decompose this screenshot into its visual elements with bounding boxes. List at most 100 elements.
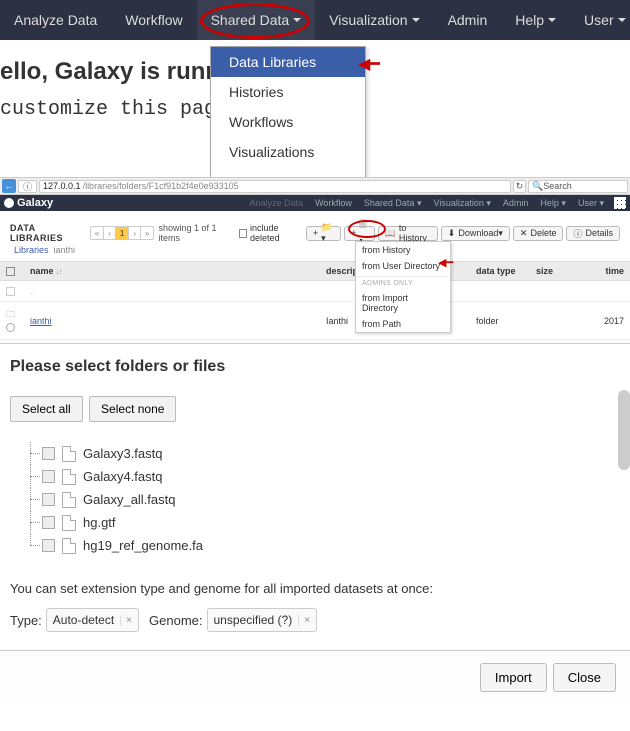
add-datasets-button[interactable]: +🗎▾	[344, 226, 375, 241]
close-button[interactable]: Close	[553, 663, 616, 692]
genome-label: Genome:	[149, 613, 202, 628]
menu2-user[interactable]: User ▾	[572, 198, 610, 209]
chevron-down-icon	[618, 18, 626, 22]
browser-url-bar: ← ⓘ 127.0.0.1/libraries/folders/F1cf91b2…	[0, 178, 630, 195]
file-name[interactable]: hg19_ref_genome.fa	[83, 538, 203, 553]
col-datatype: data type	[470, 262, 530, 281]
menu-visualization[interactable]: Visualization	[315, 0, 433, 40]
file-checkbox[interactable]	[42, 470, 55, 483]
admins-only-label: ADMINS ONLY	[356, 276, 450, 290]
select-none-button[interactable]: Select none	[89, 396, 176, 422]
col-time: time	[590, 262, 630, 281]
file-name[interactable]: Galaxy3.fastq	[83, 446, 163, 461]
from-import-directory[interactable]: from Import Directory	[356, 290, 450, 316]
clear-icon[interactable]: ×	[120, 615, 132, 626]
file-icon	[62, 469, 76, 485]
library-toolbar: DATA LIBRARIES «‹ 1 ›» showing 1 of 1 it…	[0, 223, 630, 243]
col-size: size	[530, 262, 590, 281]
file-icon	[62, 538, 76, 554]
from-history[interactable]: from History	[356, 242, 450, 258]
import-note: You can set extension type and genome fo…	[10, 581, 620, 596]
menu2-viz[interactable]: Visualization ▾	[427, 198, 496, 209]
dropdown-visualizations[interactable]: Visualizations	[211, 137, 365, 167]
breadcrumb-root[interactable]: Libraries	[14, 245, 49, 255]
info-button[interactable]: ⓘ	[18, 180, 37, 193]
menu-analyze-data[interactable]: Analyze Data	[0, 0, 111, 40]
add-folder-button[interactable]: +📁▾	[306, 226, 341, 241]
type-select[interactable]: Auto-detect×	[46, 608, 139, 632]
dropdown-histories[interactable]: Histories	[211, 77, 365, 107]
menu-admin[interactable]: Admin	[434, 0, 502, 40]
file-icon	[62, 492, 76, 508]
chevron-down-icon	[293, 18, 301, 22]
clear-icon[interactable]: ×	[298, 615, 310, 626]
import-button[interactable]: Import	[480, 663, 547, 692]
file-select-modal: Please select folders or files Select al…	[0, 344, 630, 650]
from-user-directory[interactable]: from User Directory	[356, 258, 450, 274]
menu-user[interactable]: User	[570, 0, 630, 40]
file-checox[interactable]	[42, 447, 55, 460]
pagination[interactable]: «‹ 1 ›»	[90, 226, 155, 240]
reload-button[interactable]: ↻	[513, 180, 526, 193]
menu2-shared[interactable]: Shared Data ▾	[358, 198, 428, 209]
file-icon	[62, 515, 76, 531]
file-checkbox[interactable]	[42, 493, 55, 506]
file-row: Galaxy3.fastq	[20, 442, 620, 465]
address-field[interactable]: 127.0.0.1/libraries/folders/F1cf91b2f4e0…	[39, 180, 511, 193]
to-history-button[interactable]: 📖to History	[378, 226, 438, 241]
modal-title: Please select folders or files	[10, 358, 620, 376]
file-checkbox[interactable]	[42, 539, 55, 552]
type-label: Type:	[10, 613, 42, 628]
sort-icon: ↓↑	[56, 269, 63, 276]
dropdown-data-libraries[interactable]: Data Libraries	[211, 47, 365, 77]
folder-link[interactable]: ianthi	[30, 316, 52, 326]
delete-button[interactable]: ✕Delete	[513, 226, 564, 241]
genome-select[interactable]: unspecified (?)×	[207, 608, 318, 632]
top-menu-section: Analyze Data Workflow Shared Data Visual…	[0, 0, 630, 178]
dropdown-workflows[interactable]: Workflows	[211, 107, 365, 137]
file-row: hg19_ref_genome.fa	[20, 534, 620, 557]
menu2-workflow[interactable]: Workflow	[309, 198, 358, 208]
galaxy-logo-icon	[4, 198, 14, 208]
galaxy-logo[interactable]: Galaxy	[4, 197, 53, 209]
data-libraries-section: ← ⓘ 127.0.0.1/libraries/folders/F1cf91b2…	[0, 178, 630, 344]
file-name[interactable]: Galaxy_all.fastq	[83, 492, 176, 507]
x-icon: ✕	[520, 228, 528, 239]
main-menubar: Analyze Data Workflow Shared Data Visual…	[0, 0, 630, 40]
galaxy-menubar: Galaxy Analyze Data Workflow Shared Data…	[0, 195, 630, 211]
dropdown-pages[interactable]: Pages	[211, 167, 365, 178]
file-row: Galaxy4.fastq	[20, 465, 620, 488]
chevron-down-icon	[412, 18, 420, 22]
menu2-admin[interactable]: Admin	[497, 198, 535, 208]
download-button[interactable]: ⬇Download ▾	[441, 226, 510, 241]
menu-shared-data[interactable]: Shared Data	[197, 0, 316, 40]
book-icon: 📖	[385, 228, 396, 239]
select-all-button[interactable]: Select all	[10, 396, 83, 422]
file-name[interactable]: hg.gtf	[83, 515, 116, 530]
back-button[interactable]: ←	[2, 179, 16, 193]
col-name[interactable]: name↓↑	[24, 262, 320, 281]
menu-workflow[interactable]: Workflow	[111, 0, 196, 40]
showing-text: showing 1 of 1 items	[158, 223, 230, 243]
data-libraries-title: DATA LIBRARIES	[10, 223, 82, 243]
row-checkbox[interactable]	[6, 323, 15, 332]
scratchbook-icon[interactable]	[614, 197, 626, 209]
menu2-help[interactable]: Help ▾	[534, 198, 572, 209]
include-deleted-label: include deleted	[250, 223, 303, 243]
from-path[interactable]: from Path	[356, 316, 450, 332]
browser-search[interactable]: 🔍 Search	[528, 180, 628, 193]
table-row[interactable]: 🗀 ianthi Ianthi folder 2017	[0, 302, 630, 340]
include-deleted-checkbox[interactable]	[239, 229, 247, 238]
menu2-analyze[interactable]: Analyze Data	[244, 198, 310, 208]
shared-data-dropdown: Data Libraries Histories Workflows Visua…	[210, 46, 366, 178]
details-button[interactable]: ⓘDetails	[566, 226, 620, 241]
info-icon: ⓘ	[573, 227, 582, 240]
table-row-updir[interactable]: ..	[0, 281, 630, 302]
select-all-checkbox[interactable]	[6, 267, 15, 276]
menu-help[interactable]: Help	[501, 0, 570, 40]
file-name[interactable]: Galaxy4.fastq	[83, 469, 163, 484]
breadcrumb: Libraries ianthi	[0, 243, 630, 257]
breadcrumb-current: ianthi	[54, 245, 76, 255]
file-checkbox[interactable]	[42, 516, 55, 529]
plus-icon: +	[351, 228, 356, 238]
